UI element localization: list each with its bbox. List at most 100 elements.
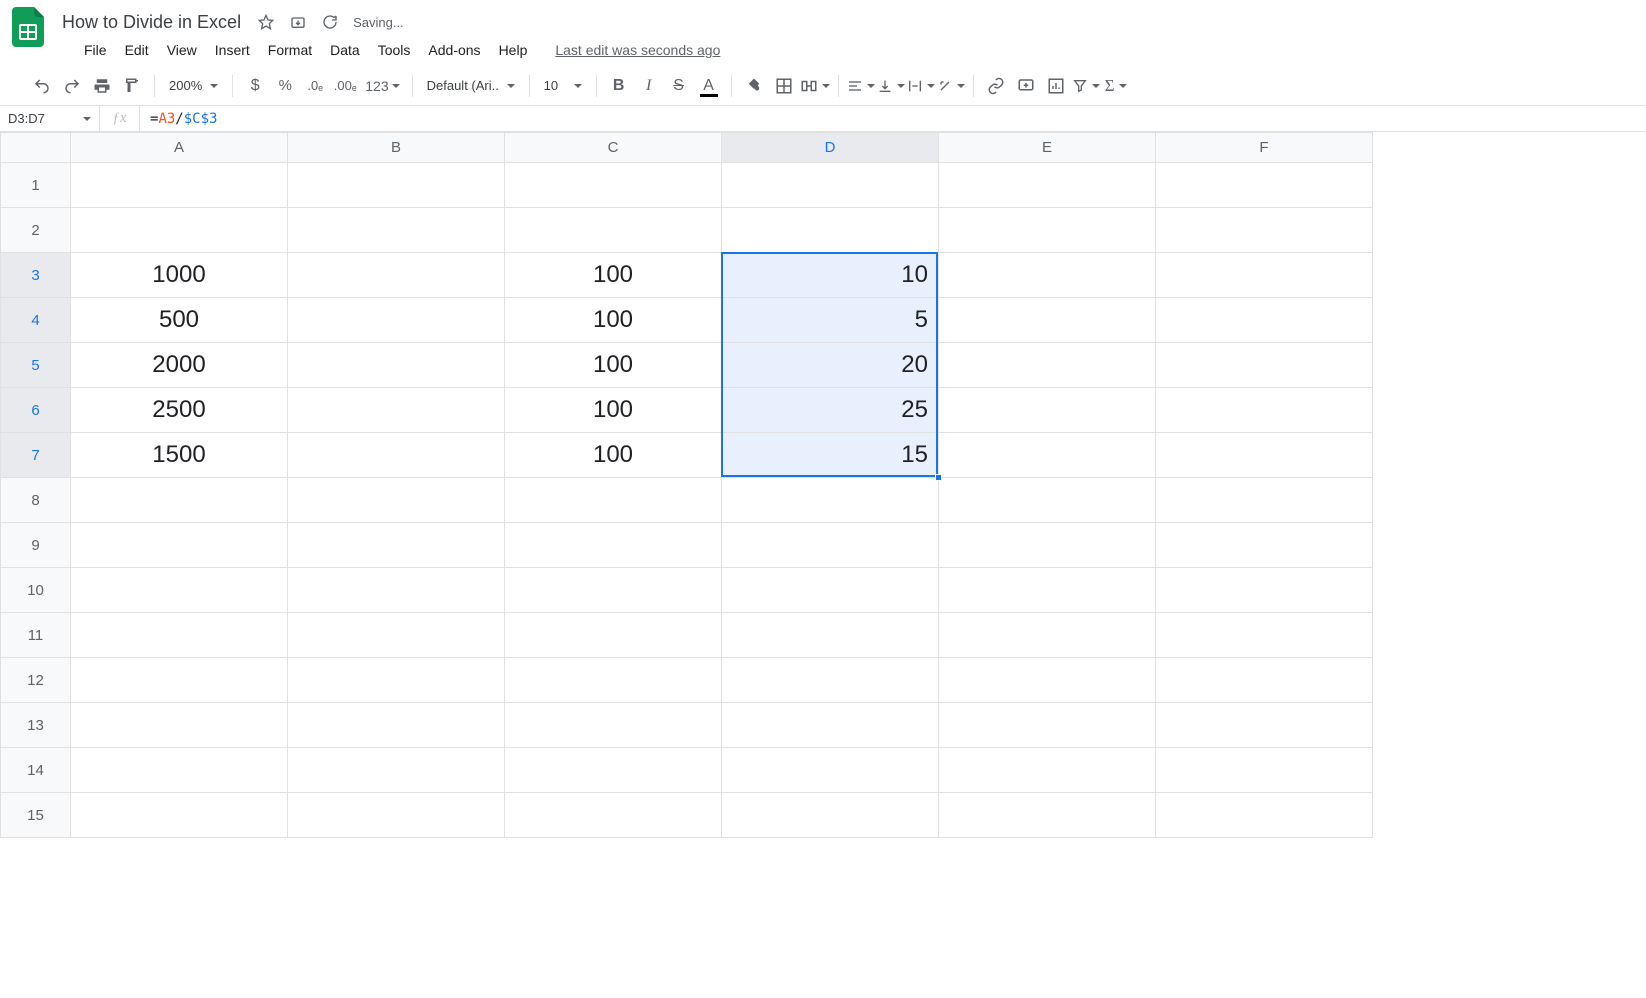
insert-comment-button[interactable] — [1012, 72, 1040, 100]
cell-C9[interactable] — [505, 523, 722, 568]
row-header-2[interactable]: 2 — [1, 208, 71, 253]
italic-button[interactable]: I — [635, 72, 663, 100]
row-header-8[interactable]: 8 — [1, 478, 71, 523]
cell-B4[interactable] — [288, 298, 505, 343]
cell-D7[interactable]: 15 — [722, 433, 939, 478]
cell-A15[interactable] — [71, 793, 288, 838]
cell-F11[interactable] — [1156, 613, 1373, 658]
cell-F2[interactable] — [1156, 208, 1373, 253]
cell-D13[interactable] — [722, 703, 939, 748]
cell-F3[interactable] — [1156, 253, 1373, 298]
cell-F8[interactable] — [1156, 478, 1373, 523]
cell-D6[interactable]: 25 — [722, 388, 939, 433]
cell-B15[interactable] — [288, 793, 505, 838]
vertical-align-button[interactable] — [877, 72, 905, 100]
cell-C10[interactable] — [505, 568, 722, 613]
cell-B1[interactable] — [288, 163, 505, 208]
row-header-11[interactable]: 11 — [1, 613, 71, 658]
cell-B14[interactable] — [288, 748, 505, 793]
row-header-7[interactable]: 7 — [1, 433, 71, 478]
cell-F13[interactable] — [1156, 703, 1373, 748]
font-dropdown[interactable]: Default (Ari... — [421, 73, 521, 99]
cell-E10[interactable] — [939, 568, 1156, 613]
currency-button[interactable]: $ — [241, 72, 269, 100]
cell-F1[interactable] — [1156, 163, 1373, 208]
last-edit-link[interactable]: Last edit was seconds ago — [555, 42, 720, 58]
cell-A13[interactable] — [71, 703, 288, 748]
cell-B6[interactable] — [288, 388, 505, 433]
cell-B9[interactable] — [288, 523, 505, 568]
percent-button[interactable]: % — [271, 72, 299, 100]
functions-button[interactable]: Σ — [1102, 72, 1130, 100]
strikethrough-button[interactable]: S — [665, 72, 693, 100]
menu-insert[interactable]: Insert — [207, 38, 258, 62]
cell-C11[interactable] — [505, 613, 722, 658]
column-header-F[interactable]: F — [1156, 133, 1373, 163]
row-header-13[interactable]: 13 — [1, 703, 71, 748]
print-button[interactable] — [88, 72, 116, 100]
cell-E14[interactable] — [939, 748, 1156, 793]
cell-C7[interactable]: 100 — [505, 433, 722, 478]
cell-F15[interactable] — [1156, 793, 1373, 838]
cell-D8[interactable] — [722, 478, 939, 523]
row-header-6[interactable]: 6 — [1, 388, 71, 433]
cell-D5[interactable]: 20 — [722, 343, 939, 388]
cell-C5[interactable]: 100 — [505, 343, 722, 388]
cell-C14[interactable] — [505, 748, 722, 793]
cell-A1[interactable] — [71, 163, 288, 208]
menu-data[interactable]: Data — [322, 38, 368, 62]
row-header-3[interactable]: 3 — [1, 253, 71, 298]
borders-button[interactable] — [770, 72, 798, 100]
horizontal-align-button[interactable] — [847, 72, 875, 100]
spreadsheet-grid[interactable]: ABCDEF1231000100104500100552000100206250… — [0, 132, 1646, 838]
menu-edit[interactable]: Edit — [117, 38, 157, 62]
cell-F10[interactable] — [1156, 568, 1373, 613]
column-header-D[interactable]: D — [722, 133, 939, 163]
filter-button[interactable] — [1072, 72, 1100, 100]
cell-D2[interactable] — [722, 208, 939, 253]
cell-A8[interactable] — [71, 478, 288, 523]
cell-B12[interactable] — [288, 658, 505, 703]
cell-E7[interactable] — [939, 433, 1156, 478]
cell-B8[interactable] — [288, 478, 505, 523]
cell-E9[interactable] — [939, 523, 1156, 568]
row-header-12[interactable]: 12 — [1, 658, 71, 703]
cell-C8[interactable] — [505, 478, 722, 523]
cell-D4[interactable]: 5 — [722, 298, 939, 343]
undo-button[interactable] — [28, 72, 56, 100]
row-header-1[interactable]: 1 — [1, 163, 71, 208]
row-header-9[interactable]: 9 — [1, 523, 71, 568]
redo-button[interactable] — [58, 72, 86, 100]
cell-A4[interactable]: 500 — [71, 298, 288, 343]
cell-B3[interactable] — [288, 253, 505, 298]
column-header-B[interactable]: B — [288, 133, 505, 163]
row-header-15[interactable]: 15 — [1, 793, 71, 838]
insert-link-button[interactable] — [982, 72, 1010, 100]
select-all-corner[interactable] — [1, 133, 71, 163]
text-rotation-button[interactable] — [937, 72, 965, 100]
menu-file[interactable]: File — [76, 38, 115, 62]
bold-button[interactable]: B — [605, 72, 633, 100]
cell-D15[interactable] — [722, 793, 939, 838]
cell-E2[interactable] — [939, 208, 1156, 253]
cell-B10[interactable] — [288, 568, 505, 613]
cell-A10[interactable] — [71, 568, 288, 613]
menu-addons[interactable]: Add-ons — [420, 38, 488, 62]
cell-A6[interactable]: 2500 — [71, 388, 288, 433]
cell-B13[interactable] — [288, 703, 505, 748]
cell-D10[interactable] — [722, 568, 939, 613]
cell-F14[interactable] — [1156, 748, 1373, 793]
cell-D3[interactable]: 10 — [722, 253, 939, 298]
cell-F12[interactable] — [1156, 658, 1373, 703]
cell-F9[interactable] — [1156, 523, 1373, 568]
sheets-logo[interactable] — [8, 7, 48, 47]
cell-D1[interactable] — [722, 163, 939, 208]
cell-E6[interactable] — [939, 388, 1156, 433]
cell-E1[interactable] — [939, 163, 1156, 208]
more-formats-button[interactable]: 123 — [361, 72, 403, 100]
cell-D9[interactable] — [722, 523, 939, 568]
cell-D14[interactable] — [722, 748, 939, 793]
cell-E3[interactable] — [939, 253, 1156, 298]
cell-E8[interactable] — [939, 478, 1156, 523]
cell-A2[interactable] — [71, 208, 288, 253]
